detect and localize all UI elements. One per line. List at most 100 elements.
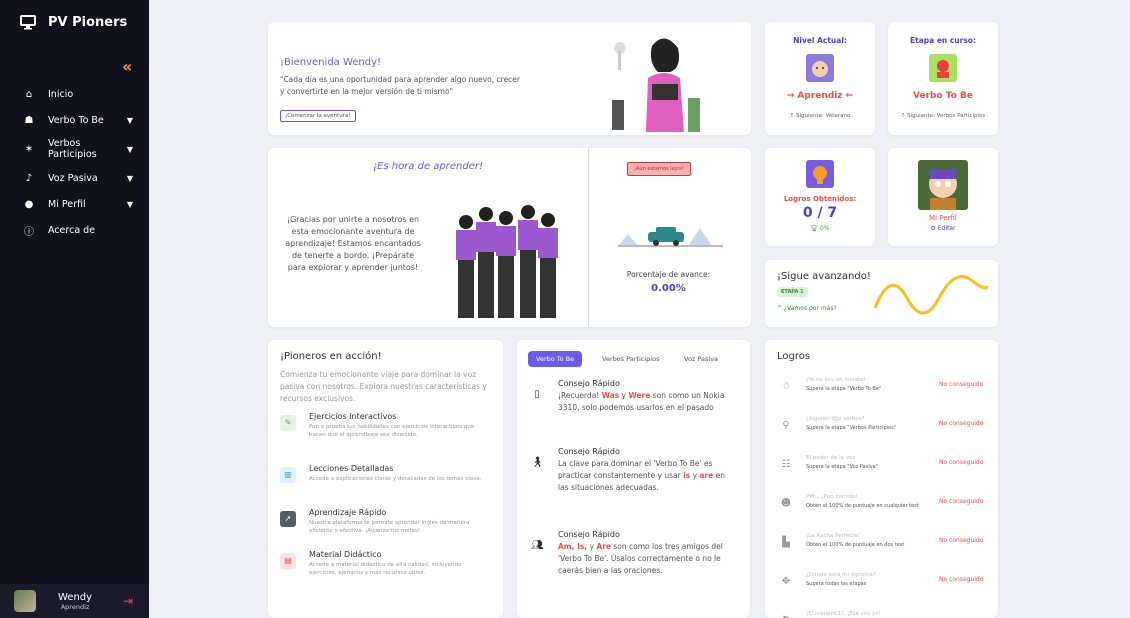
sidebar-item-verbo-to-be[interactable]: ☗ Verbo To Be ▼: [0, 108, 149, 132]
achievement-status: No conseguido: [939, 459, 984, 466]
more-link[interactable]: ^ ¿Vamos por más?: [777, 305, 837, 312]
achievements-summary-card: Logros Obtenidos: 0 / 7 🏆︎ 0%: [765, 148, 875, 246]
learn-title: ¡Es hora de aprender!: [373, 161, 483, 172]
tip-highlight: Were: [628, 391, 651, 400]
welcome-card: ¡Bienvenida Wendy! "Cada día es una opor…: [268, 22, 751, 135]
voice-icon: ♪: [25, 172, 33, 184]
achievement-description: Supera la etapa "Voz Pasiva": [806, 464, 879, 470]
achievement-title: ¿Alguien dijo verbos?: [806, 416, 865, 422]
achievement-icon: ▙: [782, 537, 790, 548]
pencil-icon: ✎: [280, 415, 296, 431]
achievement-description: Obtén el 100% de puntuaje en cualquier t…: [806, 503, 919, 509]
keep-going-card: ¡Sigue avanzando! ETAPA 1 ^ ¿Vamos por m…: [765, 260, 998, 327]
phone-icon: ▯: [534, 389, 540, 400]
app-title: PV Pioners: [48, 14, 128, 30]
tips-card: Verbo To Be Verbos Participios Voz Pasiv…: [517, 340, 750, 618]
edit-profile-link[interactable]: ⚙ Editar: [888, 225, 998, 232]
achievement-status: No conseguido: [939, 381, 984, 388]
feature-item: ▥ Lecciones Detalladas Accede a explicacio…: [280, 464, 490, 504]
tip-title: Consejo Rápido: [558, 530, 620, 539]
user-name: Wendy: [58, 591, 93, 603]
achievement-icon: ⚲: [782, 420, 790, 431]
stage-title: Etapa en curso:: [910, 36, 976, 45]
tip-title: Consejo Rápido: [558, 379, 620, 388]
people-icon: ☗: [24, 114, 34, 126]
start-adventure-button[interactable]: ¡Comenzar la aventura!: [280, 110, 356, 122]
tab-verbo-to-be[interactable]: Verbo To Be: [528, 351, 583, 367]
avatar[interactable]: [14, 590, 36, 612]
sidebar-item-label: Voz Pasiva: [48, 172, 98, 184]
tip-body: Am, Is, y Are son como los tres amigos d…: [558, 542, 723, 575]
achievement-title: ¿Donde está mi diploma?: [806, 572, 876, 578]
achievement-status: No conseguido: [939, 576, 984, 583]
achievement-status: No conseguido: [939, 498, 984, 505]
tip-highlight: are: [699, 471, 714, 480]
chevron-down-icon: ▼: [126, 144, 133, 154]
achievement-icon: ☷: [781, 459, 791, 470]
keep-going-title: ¡Sigue avanzando!: [777, 271, 871, 282]
profile-card: Mi Perfil ⚙ Editar: [888, 148, 998, 246]
info-icon: ⓘ: [24, 226, 34, 238]
level-title: Nivel Actual:: [793, 36, 847, 45]
sidebar: PV Pioners « ⌂ Inicio ☗ Verbo To Be ▼ ✶ …: [0, 0, 149, 618]
learn-text: ¡Gracias por unirte a nosotros en esta e…: [285, 215, 421, 272]
tab-voz-pasiva[interactable]: Voz Pasiva: [676, 351, 726, 367]
far-away-button[interactable]: ¡Aún estamos lejos!: [627, 162, 691, 176]
trophy-icon: 🏆︎: [810, 225, 820, 232]
feature-item: ➚ Aprendizaje Rápido Nuestra plataforma te…: [280, 508, 490, 548]
document-icon: ▤: [280, 553, 296, 569]
feature-description: Nuestra plataforma te permite aprender i…: [309, 520, 470, 534]
brand[interactable]: PV Pioners: [20, 14, 127, 30]
sidebar-item-label: Verbo To Be: [48, 114, 104, 126]
home-icon: ⌂: [25, 88, 33, 100]
achievement-title: ¡Ya no soy un novato!: [806, 377, 866, 383]
sidebar-item-label: Acerca de: [48, 224, 96, 236]
achievement-row: ▙ ¡La Racha Perfecta! Obtén el 100% de pun…: [779, 533, 984, 557]
sidebar-item-acerca-de[interactable]: ⓘ Acerca de: [0, 218, 149, 242]
achievement-description: Supera la etapa "Verbo To Be": [806, 386, 882, 392]
chevron-down-icon: ▼: [126, 199, 133, 209]
stage-badge-icon: [929, 54, 957, 82]
sidebar-item-mi-perfil[interactable]: ● Mi Perfil ▼: [0, 192, 149, 216]
achievement-description: Supera la etapa "Verbos Participios": [806, 425, 897, 431]
achievements-title: Logros: [777, 351, 811, 362]
next-stage: ↑ Siguiente: Verbos Participios: [900, 113, 986, 119]
car-road-illustration: [618, 227, 723, 247]
tab-verbos-participios[interactable]: Verbos Participios: [594, 351, 667, 367]
pioneers-card: ¡Pioneros en acción! Comienza tu emocion…: [268, 340, 503, 618]
feature-description: Accede a explicaciones claras y detallad…: [309, 476, 482, 482]
reading-woman-illustration: [612, 38, 700, 132]
monitor-icon: [20, 15, 36, 30]
sidebar-item-inicio[interactable]: ⌂ Inicio: [0, 82, 149, 106]
sidebar-item-verbos-participios[interactable]: ✶ Verbos Participios ▼: [0, 134, 149, 164]
sidebar-item-label: Inicio: [48, 88, 74, 100]
achievement-row: ✥ ¿Donde está mi diploma? Supera todas las…: [779, 572, 984, 596]
feature-item: ▤ Material Didáctico Accede a material did…: [280, 550, 490, 590]
feature-title: Ejercicios Interactivos: [309, 412, 397, 421]
achievement-row: ⚲ ¿Alguien dijo verbos? Supera la etapa "V…: [779, 416, 984, 440]
tip-body: ¡Recuerda! Was y Were son como un Nokia …: [558, 391, 725, 412]
achievement-row: ☻ Pfff... ¡Pan comido! Obtén el 100% de pu…: [779, 494, 984, 518]
progress-value: 0.00%: [651, 283, 686, 294]
achievement-icon: ☻: [780, 498, 792, 509]
pioneers-text: Comienza tu emocionante viaje para domin…: [280, 370, 487, 403]
collapse-sidebar-icon[interactable]: «: [122, 57, 132, 76]
feature-description: Pon a prueba tus habilidades con ejercic…: [309, 424, 475, 438]
level-card: Nivel Actual: → Aprendiz ← ↑ Siguiente: …: [765, 22, 875, 135]
sidebar-item-voz-pasiva[interactable]: ♪ Voz Pasiva ▼: [0, 166, 149, 190]
feature-title: Lecciones Detalladas: [309, 464, 394, 473]
team-illustration: [456, 205, 558, 318]
user-panel: Wendy Aprendiz ⇥: [0, 584, 149, 618]
feature-title: Aprendizaje Rápido: [309, 508, 387, 517]
achievement-icon: ⚑: [779, 614, 793, 618]
profile-avatar[interactable]: [918, 160, 968, 210]
logout-icon[interactable]: ⇥: [123, 594, 133, 608]
achievement-title: ¡La Racha Perfecta!: [806, 533, 860, 539]
feature-item: ✎ Ejercicios Interactivos Pon a prueba tus…: [280, 412, 490, 452]
achievement-description: Supera todas las etapas: [806, 581, 867, 587]
learn-card: ¡Es hora de aprender! ¡Gracias por unirt…: [268, 148, 751, 327]
tip-highlight: Was: [601, 391, 620, 400]
stage-badge: ETAPA 1: [777, 287, 808, 297]
gear-icon: ⚙: [930, 225, 938, 232]
sidebar-item-label: Mi Perfil: [48, 198, 86, 210]
